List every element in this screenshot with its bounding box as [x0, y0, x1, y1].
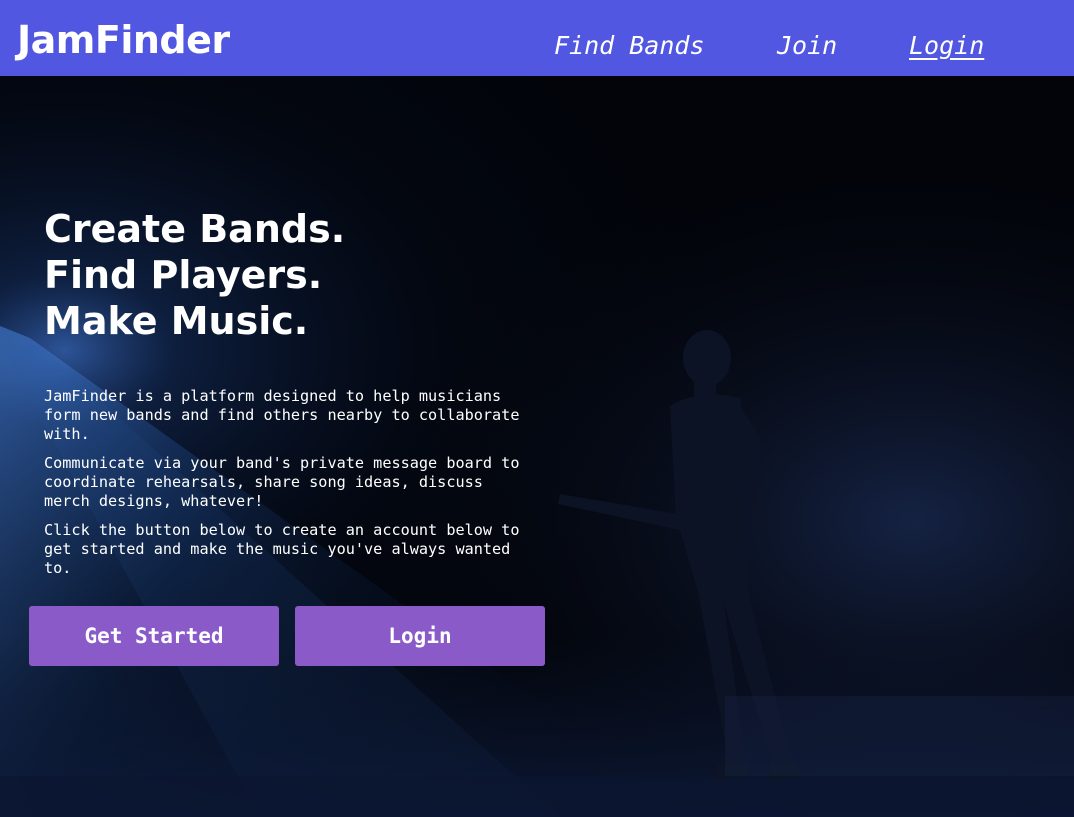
headline-line-2: Find Players.: [44, 253, 323, 297]
headline-line-1: Create Bands.: [44, 207, 346, 251]
brand-logo[interactable]: JamFinder: [17, 16, 230, 64]
hero-description-1: JamFinder is a platform designed to help…: [44, 387, 520, 443]
hero-description-2: Communicate via your band's private mess…: [44, 454, 520, 510]
nav-join-link[interactable]: Join: [777, 28, 837, 64]
hero-description-3: Click the button below to create an acco…: [44, 521, 520, 577]
nav-login-link[interactable]: Login: [909, 28, 984, 64]
headline-line-3: Make Music.: [44, 299, 309, 343]
nav-find-bands-link[interactable]: Find Bands: [554, 28, 705, 64]
hero-background-image: [0, 76, 1074, 817]
navbar: JamFinder Find Bands Join Login: [0, 0, 1074, 76]
get-started-button[interactable]: Get Started: [29, 606, 279, 666]
hero-section: Create Bands. Find Players. Make Music. …: [0, 76, 1074, 817]
login-button[interactable]: Login: [295, 606, 545, 666]
hero-headline: Create Bands. Find Players. Make Music.: [44, 206, 345, 344]
